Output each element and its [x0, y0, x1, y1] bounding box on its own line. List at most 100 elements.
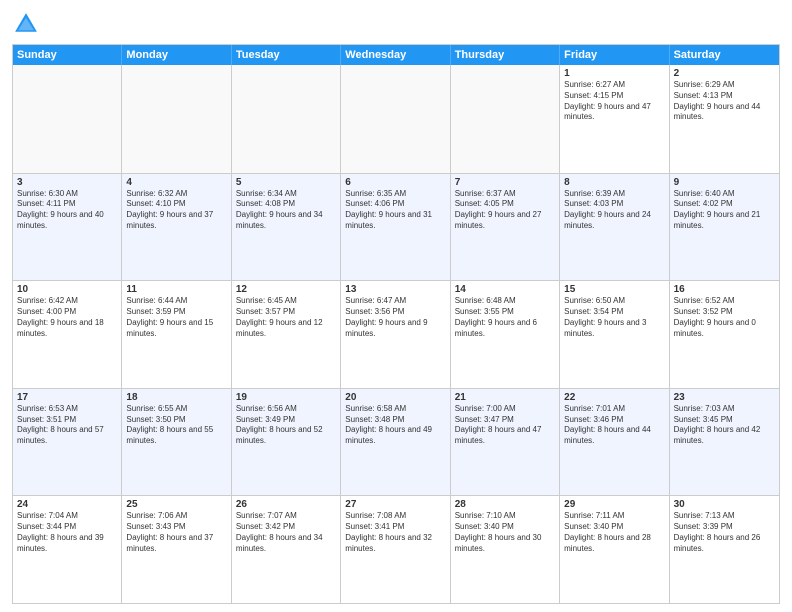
day-info: Sunrise: 6:39 AM Sunset: 4:03 PM Dayligh…	[564, 189, 664, 232]
logo	[12, 10, 44, 38]
calendar-row-4: 24Sunrise: 7:04 AM Sunset: 3:44 PM Dayli…	[13, 495, 779, 603]
day-info: Sunrise: 6:30 AM Sunset: 4:11 PM Dayligh…	[17, 189, 117, 232]
day-cell-17: 17Sunrise: 6:53 AM Sunset: 3:51 PM Dayli…	[13, 389, 122, 496]
day-info: Sunrise: 6:45 AM Sunset: 3:57 PM Dayligh…	[236, 296, 336, 339]
day-number: 11	[126, 284, 226, 295]
day-number: 19	[236, 392, 336, 403]
day-info: Sunrise: 7:13 AM Sunset: 3:39 PM Dayligh…	[674, 511, 775, 554]
day-info: Sunrise: 6:55 AM Sunset: 3:50 PM Dayligh…	[126, 404, 226, 447]
empty-cell-0-0	[13, 65, 122, 173]
day-number: 30	[674, 499, 775, 510]
day-cell-14: 14Sunrise: 6:48 AM Sunset: 3:55 PM Dayli…	[451, 281, 560, 388]
day-cell-22: 22Sunrise: 7:01 AM Sunset: 3:46 PM Dayli…	[560, 389, 669, 496]
day-info: Sunrise: 6:50 AM Sunset: 3:54 PM Dayligh…	[564, 296, 664, 339]
day-cell-3: 3Sunrise: 6:30 AM Sunset: 4:11 PM Daylig…	[13, 174, 122, 281]
weekday-header-friday: Friday	[560, 45, 669, 65]
day-number: 4	[126, 177, 226, 188]
day-cell-16: 16Sunrise: 6:52 AM Sunset: 3:52 PM Dayli…	[670, 281, 779, 388]
day-cell-11: 11Sunrise: 6:44 AM Sunset: 3:59 PM Dayli…	[122, 281, 231, 388]
weekday-header-wednesday: Wednesday	[341, 45, 450, 65]
day-number: 15	[564, 284, 664, 295]
day-info: Sunrise: 6:48 AM Sunset: 3:55 PM Dayligh…	[455, 296, 555, 339]
day-cell-27: 27Sunrise: 7:08 AM Sunset: 3:41 PM Dayli…	[341, 496, 450, 603]
day-info: Sunrise: 6:34 AM Sunset: 4:08 PM Dayligh…	[236, 189, 336, 232]
day-number: 23	[674, 392, 775, 403]
day-number: 9	[674, 177, 775, 188]
day-cell-30: 30Sunrise: 7:13 AM Sunset: 3:39 PM Dayli…	[670, 496, 779, 603]
day-number: 12	[236, 284, 336, 295]
calendar-row-3: 17Sunrise: 6:53 AM Sunset: 3:51 PM Dayli…	[13, 388, 779, 496]
day-cell-18: 18Sunrise: 6:55 AM Sunset: 3:50 PM Dayli…	[122, 389, 231, 496]
day-info: Sunrise: 6:56 AM Sunset: 3:49 PM Dayligh…	[236, 404, 336, 447]
day-number: 26	[236, 499, 336, 510]
day-number: 7	[455, 177, 555, 188]
header	[12, 10, 780, 38]
day-info: Sunrise: 6:44 AM Sunset: 3:59 PM Dayligh…	[126, 296, 226, 339]
day-cell-7: 7Sunrise: 6:37 AM Sunset: 4:05 PM Daylig…	[451, 174, 560, 281]
day-info: Sunrise: 7:04 AM Sunset: 3:44 PM Dayligh…	[17, 511, 117, 554]
day-cell-25: 25Sunrise: 7:06 AM Sunset: 3:43 PM Dayli…	[122, 496, 231, 603]
day-number: 21	[455, 392, 555, 403]
day-info: Sunrise: 7:06 AM Sunset: 3:43 PM Dayligh…	[126, 511, 226, 554]
day-cell-6: 6Sunrise: 6:35 AM Sunset: 4:06 PM Daylig…	[341, 174, 450, 281]
day-info: Sunrise: 6:29 AM Sunset: 4:13 PM Dayligh…	[674, 80, 775, 123]
empty-cell-0-2	[232, 65, 341, 173]
day-number: 20	[345, 392, 445, 403]
day-number: 10	[17, 284, 117, 295]
day-number: 8	[564, 177, 664, 188]
day-info: Sunrise: 6:53 AM Sunset: 3:51 PM Dayligh…	[17, 404, 117, 447]
weekday-header-tuesday: Tuesday	[232, 45, 341, 65]
day-info: Sunrise: 6:47 AM Sunset: 3:56 PM Dayligh…	[345, 296, 445, 339]
weekday-header-thursday: Thursday	[451, 45, 560, 65]
empty-cell-0-4	[451, 65, 560, 173]
day-cell-24: 24Sunrise: 7:04 AM Sunset: 3:44 PM Dayli…	[13, 496, 122, 603]
day-number: 3	[17, 177, 117, 188]
day-info: Sunrise: 6:58 AM Sunset: 3:48 PM Dayligh…	[345, 404, 445, 447]
day-number: 14	[455, 284, 555, 295]
day-cell-29: 29Sunrise: 7:11 AM Sunset: 3:40 PM Dayli…	[560, 496, 669, 603]
day-number: 5	[236, 177, 336, 188]
day-number: 16	[674, 284, 775, 295]
day-number: 27	[345, 499, 445, 510]
day-cell-10: 10Sunrise: 6:42 AM Sunset: 4:00 PM Dayli…	[13, 281, 122, 388]
day-number: 29	[564, 499, 664, 510]
day-number: 25	[126, 499, 226, 510]
weekday-header-monday: Monday	[122, 45, 231, 65]
day-cell-19: 19Sunrise: 6:56 AM Sunset: 3:49 PM Dayli…	[232, 389, 341, 496]
logo-icon	[12, 10, 40, 38]
weekday-header-saturday: Saturday	[670, 45, 779, 65]
day-info: Sunrise: 6:37 AM Sunset: 4:05 PM Dayligh…	[455, 189, 555, 232]
day-info: Sunrise: 6:52 AM Sunset: 3:52 PM Dayligh…	[674, 296, 775, 339]
day-number: 13	[345, 284, 445, 295]
day-info: Sunrise: 6:35 AM Sunset: 4:06 PM Dayligh…	[345, 189, 445, 232]
day-cell-26: 26Sunrise: 7:07 AM Sunset: 3:42 PM Dayli…	[232, 496, 341, 603]
day-number: 24	[17, 499, 117, 510]
day-number: 2	[674, 68, 775, 79]
day-cell-8: 8Sunrise: 6:39 AM Sunset: 4:03 PM Daylig…	[560, 174, 669, 281]
calendar-row-1: 3Sunrise: 6:30 AM Sunset: 4:11 PM Daylig…	[13, 173, 779, 281]
day-number: 18	[126, 392, 226, 403]
day-info: Sunrise: 6:40 AM Sunset: 4:02 PM Dayligh…	[674, 189, 775, 232]
day-cell-20: 20Sunrise: 6:58 AM Sunset: 3:48 PM Dayli…	[341, 389, 450, 496]
calendar-row-2: 10Sunrise: 6:42 AM Sunset: 4:00 PM Dayli…	[13, 280, 779, 388]
day-info: Sunrise: 7:07 AM Sunset: 3:42 PM Dayligh…	[236, 511, 336, 554]
empty-cell-0-3	[341, 65, 450, 173]
day-info: Sunrise: 7:10 AM Sunset: 3:40 PM Dayligh…	[455, 511, 555, 554]
day-info: Sunrise: 6:27 AM Sunset: 4:15 PM Dayligh…	[564, 80, 664, 123]
day-info: Sunrise: 7:11 AM Sunset: 3:40 PM Dayligh…	[564, 511, 664, 554]
day-number: 22	[564, 392, 664, 403]
day-info: Sunrise: 7:08 AM Sunset: 3:41 PM Dayligh…	[345, 511, 445, 554]
calendar: SundayMondayTuesdayWednesdayThursdayFrid…	[12, 44, 780, 604]
day-info: Sunrise: 7:03 AM Sunset: 3:45 PM Dayligh…	[674, 404, 775, 447]
day-number: 6	[345, 177, 445, 188]
day-number: 1	[564, 68, 664, 79]
day-cell-5: 5Sunrise: 6:34 AM Sunset: 4:08 PM Daylig…	[232, 174, 341, 281]
day-info: Sunrise: 7:01 AM Sunset: 3:46 PM Dayligh…	[564, 404, 664, 447]
calendar-header: SundayMondayTuesdayWednesdayThursdayFrid…	[13, 45, 779, 65]
empty-cell-0-1	[122, 65, 231, 173]
day-number: 17	[17, 392, 117, 403]
day-cell-28: 28Sunrise: 7:10 AM Sunset: 3:40 PM Dayli…	[451, 496, 560, 603]
day-cell-4: 4Sunrise: 6:32 AM Sunset: 4:10 PM Daylig…	[122, 174, 231, 281]
day-number: 28	[455, 499, 555, 510]
page: SundayMondayTuesdayWednesdayThursdayFrid…	[0, 0, 792, 612]
